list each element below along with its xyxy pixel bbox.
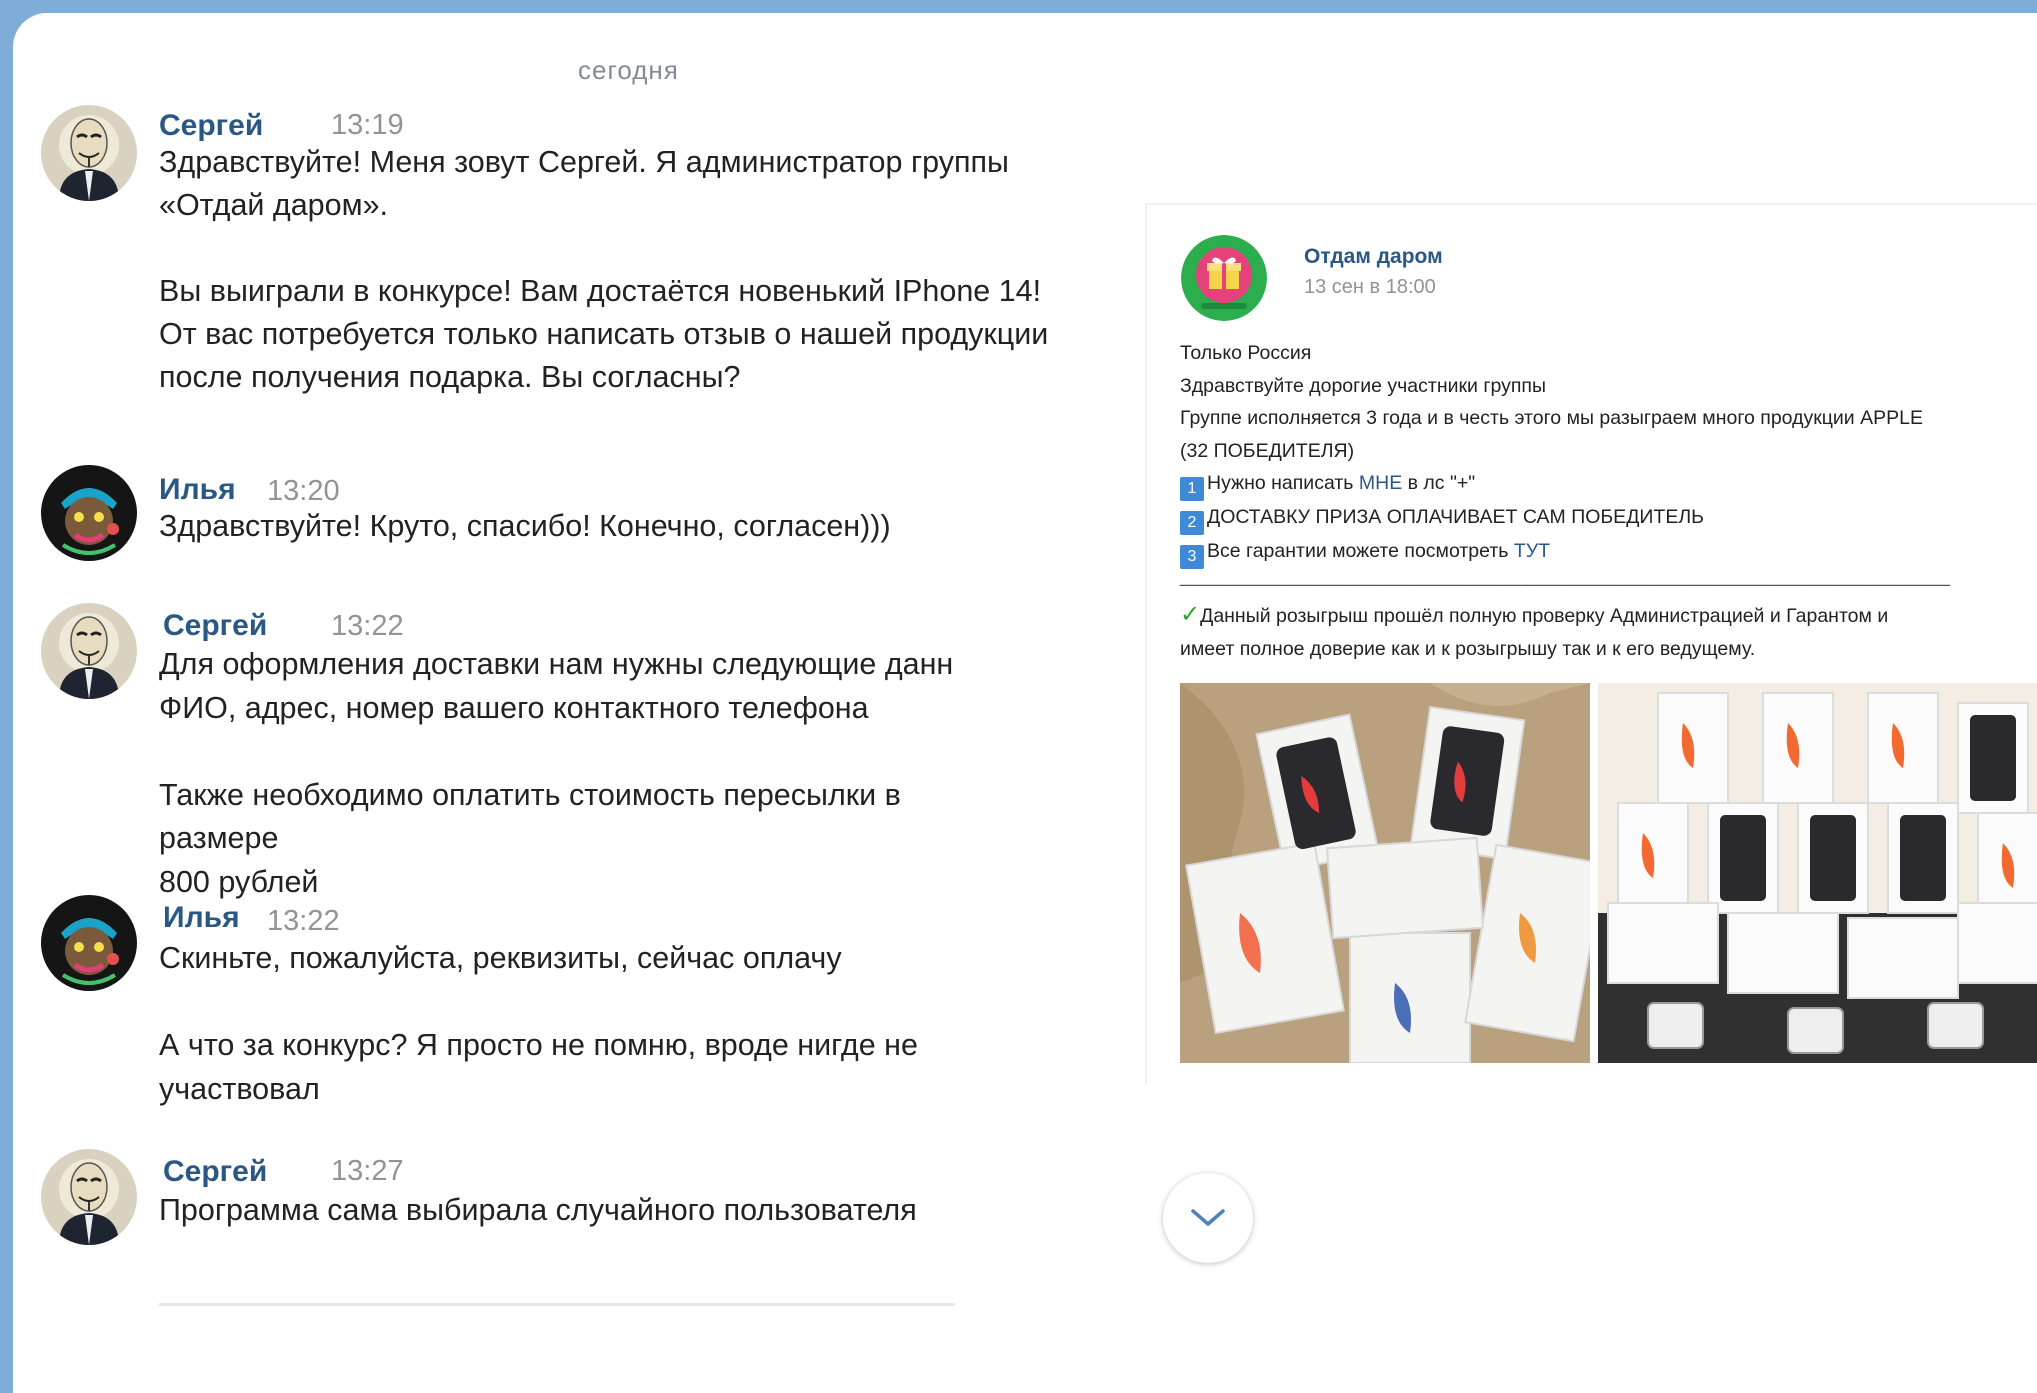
number-badge: 2	[1180, 511, 1204, 535]
post-line: Группе исполняется 3 года и в честь этог…	[1180, 407, 1923, 429]
post-line: 3 Все гарантии можете посмотреть ТУТ	[1180, 535, 2037, 569]
message-time: 13:22	[331, 610, 404, 642]
message-text: Скиньте, пожалуйста, реквизиты, сейчас о…	[159, 941, 918, 1106]
avatar-sergey[interactable]	[41, 105, 137, 201]
avatar-ilya[interactable]	[41, 895, 137, 991]
avatar-sergey[interactable]	[41, 603, 137, 699]
message-text: Для оформления доставки нам нужны следую…	[159, 647, 954, 899]
anonymous-mask-avatar	[41, 105, 137, 201]
post-line: ✓Данный розыгрыш прошёл полную проверку …	[1180, 599, 2037, 633]
post-line-text: Все гарантии можете посмотреть	[1207, 540, 1514, 562]
group-name[interactable]: Отдам даром	[1304, 245, 1443, 269]
message-author[interactable]: Сергей	[163, 609, 267, 643]
monkey-art-avatar	[41, 895, 137, 991]
anonymous-mask-avatar	[41, 603, 137, 699]
post-line: 1 Нужно написать МНЕ в лс "+"	[1180, 467, 2037, 501]
post-date[interactable]: 13 сен в 18:00	[1304, 276, 1436, 299]
post-line: Только Россия	[1180, 342, 1312, 364]
chevron-down-icon	[1191, 1209, 1225, 1226]
message-time: 13:22	[267, 905, 340, 937]
post-line-text: в лс "+"	[1402, 472, 1476, 494]
message-author[interactable]: Сергей	[163, 1155, 267, 1189]
repost-card[interactable]: Отдам даром 13 сен в 18:00 •• Только Рос…	[1145, 203, 2037, 1085]
link-me[interactable]: МНЕ	[1359, 472, 1402, 494]
number-badge: 1	[1180, 477, 1204, 501]
avatar-ilya[interactable]	[41, 465, 137, 561]
message-text: Программа сама выбирала случайного польз…	[159, 1193, 917, 1227]
post-line-text: ДОСТАВКУ ПРИЗА ОПЛАЧИВАЕТ САМ ПОБЕДИТЕЛЬ	[1207, 506, 1704, 528]
post-line-text: Нужно написать	[1207, 472, 1359, 494]
iphone-boxes-photo[interactable]	[1180, 683, 1590, 1063]
group-avatar[interactable]	[1181, 235, 1267, 321]
divider	[159, 1303, 955, 1306]
avatar-sergey[interactable]	[41, 1149, 137, 1245]
gift-box-icon	[1181, 235, 1267, 321]
date-separator: сегодня	[578, 55, 679, 85]
post-line: Здравствуйте дорогие участники группы	[1180, 374, 1546, 397]
message-author[interactable]: Илья	[159, 473, 236, 507]
message-text: Здравствуйте! Круто, спасибо! Конечно, с…	[159, 509, 891, 543]
chat-panel: сегодня Сергей 13:19 Здравствуйте! Меня …	[13, 13, 2037, 1393]
message-time: 13:20	[267, 475, 340, 507]
separator-line: ________________________________________…	[1180, 565, 1950, 587]
monkey-art-avatar	[41, 465, 137, 561]
message-text: Здравствуйте! Меня зовут Сергей. Я админ…	[159, 145, 1049, 394]
message-time: 13:27	[331, 1155, 404, 1187]
message-author[interactable]: Сергей	[159, 109, 263, 143]
message-author[interactable]: Илья	[163, 901, 240, 935]
anonymous-mask-avatar	[41, 1149, 137, 1245]
post-text: Только Россия Здравствуйте дорогие участ…	[1180, 337, 2037, 665]
post-line-text: Данный розыгрыш прошёл полную проверку А…	[1200, 605, 1889, 627]
post-line: (32 ПОБЕДИТЕЛЯ)	[1180, 439, 1355, 462]
scroll-down-button[interactable]	[1163, 1173, 1253, 1263]
message-time: 13:19	[331, 109, 404, 141]
check-icon: ✓	[1180, 601, 1201, 628]
post-line: 2 ДОСТАВКУ ПРИЗА ОПЛАЧИВАЕТ САМ ПОБЕДИТЕЛ…	[1180, 501, 2037, 535]
iphone-boxes-display-photo[interactable]	[1598, 683, 2037, 1063]
link-here[interactable]: ТУТ	[1514, 540, 1550, 562]
post-line: имеет полное доверие как и к розыгрышу т…	[1180, 637, 1756, 660]
